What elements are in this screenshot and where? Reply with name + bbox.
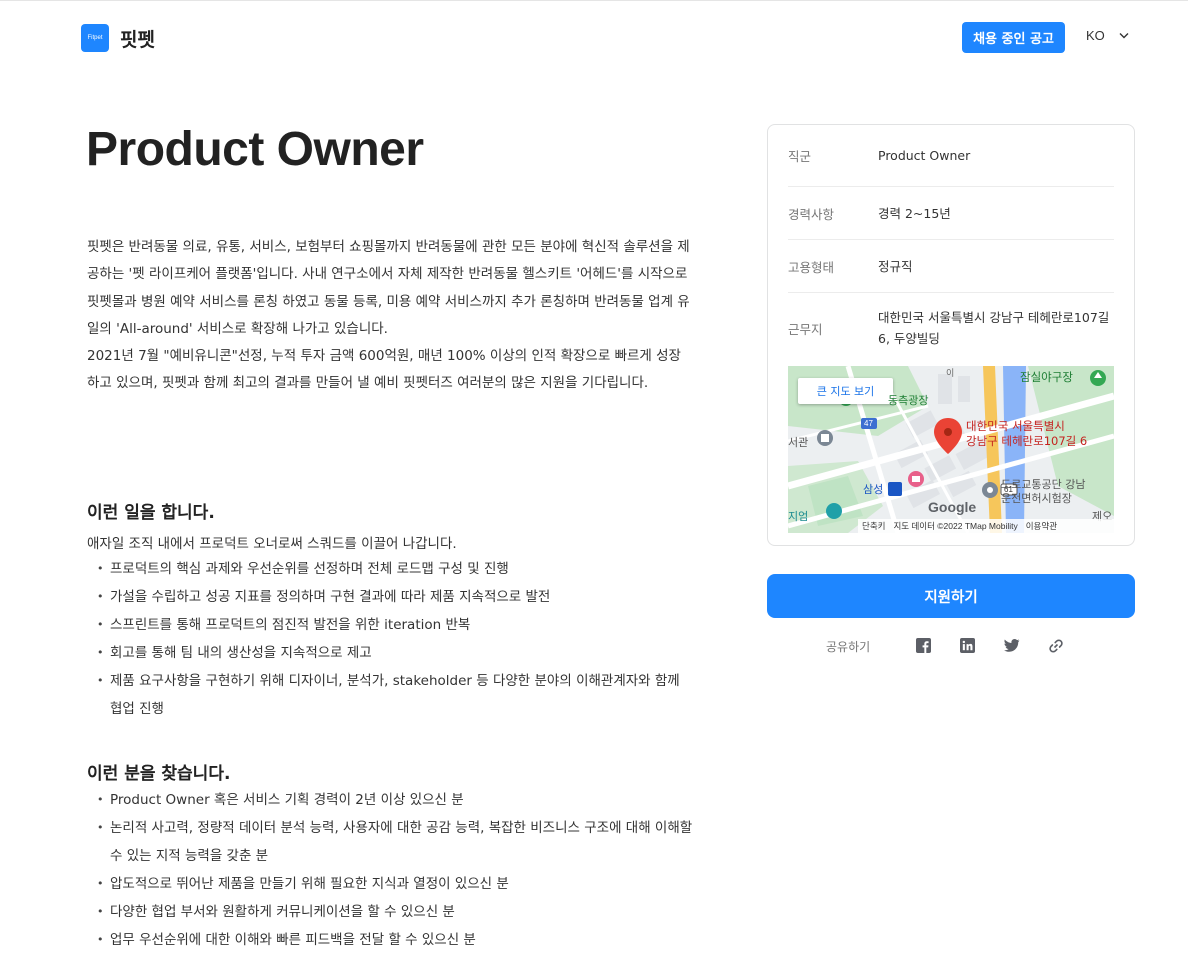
facebook-icon[interactable] [915, 637, 932, 654]
map-data-attribution: 지도 데이터 ©2022 TMap Mobility [893, 521, 1018, 531]
summary-row-employment: 고용형태 정규직 [788, 240, 1114, 293]
duties-list: 프로덕트의 핵심 과제와 우선순위를 선정하며 전체 로드맵 구성 및 진행 가… [97, 555, 695, 723]
list-item: 스프린트를 통해 프로덕트의 점진적 발전을 위한 iteration 반복 [97, 611, 695, 639]
map-shortcuts-link[interactable]: 단축키 [862, 520, 885, 532]
list-item: 프로덕트의 핵심 과제와 우선순위를 선정하며 전체 로드맵 구성 및 진행 [97, 555, 695, 583]
summary-label: 고용형태 [788, 259, 835, 275]
intro-paragraph: 2021년 7월 "예비유니콘"선정, 누적 투자 금액 600억원, 매년 1… [87, 348, 681, 392]
summary-label: 직군 [788, 149, 812, 164]
linkedin-icon[interactable] [959, 637, 976, 654]
map-label-pin-line2: 강남구 테헤란로107길 6 [966, 434, 1088, 448]
intro-paragraph: 핏펫은 반려동물 의료, 유통, 서비스, 보험부터 쇼핑몰까지 반려동물에 관… [87, 239, 690, 337]
list-item: Product Owner 혹은 서비스 기획 경력이 2년 이상 있으신 분 [97, 786, 695, 814]
logo-icon[interactable]: Fitpet [81, 24, 109, 52]
map-label-plaza: 동측광장 [888, 394, 929, 407]
list-item: 다양한 협업 부서와 원활하게 커뮤니케이션을 할 수 있으신 분 [97, 898, 695, 926]
job-summary-card: 직군 Product Owner 경력사항 경력 2~15년 고용형태 정규직 … [767, 124, 1135, 546]
requirements-list: Product Owner 혹은 서비스 기획 경력이 2년 이상 있으신 분 … [97, 786, 695, 954]
summary-value: 경력 2~15년 [878, 205, 951, 221]
map-footer: 단축키 지도 데이터 ©2022 TMap Mobility 이용약관 [858, 519, 1114, 533]
list-item: 논리적 사고력, 정량적 데이터 분석 능력, 사용자에 대한 공감 능력, 복… [97, 814, 695, 870]
summary-value: Product Owner [878, 148, 971, 163]
map-label-road-47: 47 [864, 419, 873, 428]
map-label-station: 삼성 [863, 483, 884, 496]
top-border [0, 0, 1188, 1]
map-label-side-top: 이 [946, 369, 955, 379]
language-selector[interactable]: KO [1086, 28, 1129, 43]
map-label-pin-line1: 대한민국 서울특별시 [966, 419, 1065, 433]
map-label-road-61: 61 [1004, 485, 1013, 494]
map-label-park: 잠실야구장 [1020, 370, 1073, 384]
summary-value: 대한민국 서울특별시 강남구 테헤란로107길 6, 두양빌딩 [878, 310, 1110, 346]
list-item: 가설을 수립하고 성공 지표를 정의하며 구현 결과에 따라 제품 지속적으로 … [97, 583, 695, 611]
summary-label: 경력사항 [788, 206, 835, 222]
logo-text[interactable]: 핏펫 [120, 25, 155, 52]
summary-row-experience: 경력사항 경력 2~15년 [788, 187, 1114, 240]
google-logo: Google [928, 499, 977, 515]
summary-row-location: 근무지 대한민국 서울특별시 강남구 테헤란로107길 6, 두양빌딩 [788, 293, 1114, 363]
list-item: 압도적으로 뛰어난 제품을 만들기 위해 필요한 지식과 열정이 있으신 분 [97, 870, 695, 898]
location-map[interactable]: 큰 지도 보기 잠실야구장 동측광장 서관 47 대한민국 서울특별시 강남구 … [788, 366, 1114, 533]
section-subtitle-duties: 애자일 조직 내에서 프로덕트 오너로써 스쿼드를 이끌어 나갑니다. [87, 536, 457, 552]
summary-value: 정규직 [878, 258, 913, 274]
list-item: 업무 우선순위에 대한 이해와 빠른 피드백을 전달 할 수 있으신 분 [97, 926, 695, 954]
list-item: 제품 요구사항을 구현하기 위해 디자이너, 분석가, stakeholder … [97, 667, 695, 723]
section-title-duties: 이런 일을 합니다. [87, 503, 215, 523]
summary-label: 근무지 [788, 321, 823, 337]
map-terms-link[interactable]: 이용약관 [1026, 520, 1057, 532]
map-label-building: 서관 [788, 436, 809, 449]
list-item: 회고를 통해 팀 내의 생산성을 지속적으로 제고 [97, 639, 695, 667]
page-title: Product Owner [86, 123, 424, 176]
chevron-down-icon [1119, 33, 1129, 39]
view-larger-map-button[interactable]: 큰 지도 보기 [798, 378, 893, 404]
job-intro: 핏펫은 반려동물 의료, 유통, 서비스, 보험부터 쇼핑몰까지 반려동물에 관… [87, 234, 692, 398]
share-label: 공유하기 [826, 640, 871, 654]
hiring-jobs-button[interactable]: 채용 중인 공고 [962, 22, 1065, 53]
summary-row-category: 직군 Product Owner [788, 125, 1114, 187]
map-label-museum: 지엄 [788, 510, 809, 523]
link-icon[interactable] [1047, 637, 1064, 654]
apply-button[interactable]: 지원하기 [767, 574, 1135, 618]
twitter-icon[interactable] [1003, 637, 1020, 654]
logo-mark: Fitpet [87, 35, 103, 41]
language-label: KO [1086, 28, 1105, 43]
section-title-requirements: 이런 분을 찾습니다. [87, 764, 231, 784]
